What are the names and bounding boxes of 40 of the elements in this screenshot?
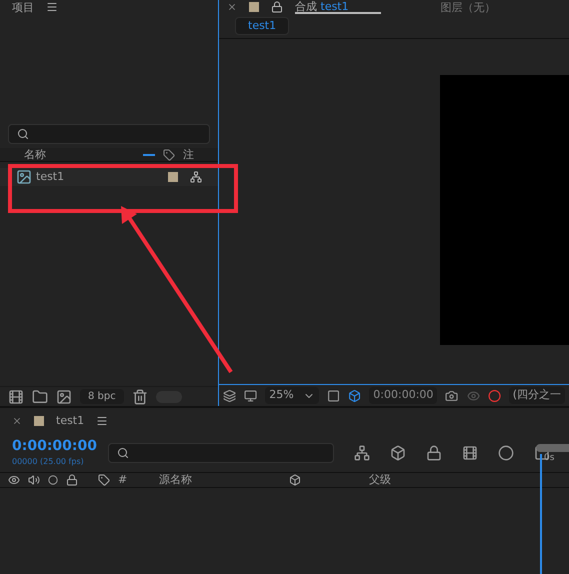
search-field[interactable] <box>8 124 210 144</box>
cube-icon[interactable] <box>390 445 406 461</box>
zoom-dropdown[interactable]: 25% <box>265 387 320 404</box>
eye-icon <box>8 474 20 486</box>
search-field[interactable] <box>108 443 334 463</box>
frame-rate: 00000 (25.00 fps) <box>12 456 85 468</box>
search-icon <box>117 447 129 459</box>
comp-chip[interactable]: test1 <box>235 16 290 36</box>
search-icon <box>17 128 29 140</box>
close-icon[interactable] <box>227 2 237 12</box>
tag-icon <box>163 148 175 160</box>
label-swatch <box>249 2 259 12</box>
audio-icon <box>28 474 40 486</box>
lock-icon <box>66 474 78 486</box>
lock-icon[interactable] <box>271 1 283 13</box>
close-icon[interactable] <box>12 416 22 426</box>
viewer-tab[interactable]: 图层（无） <box>440 2 496 12</box>
flowchart-icon[interactable] <box>354 445 370 461</box>
column-header: # <box>118 472 128 488</box>
trash-icon[interactable] <box>132 388 148 404</box>
resolution-dropdown[interactable]: (四分之一 <box>508 387 566 404</box>
bpc-button[interactable]: 8 bpc <box>80 389 124 404</box>
current-time[interactable]: 0:00:00:00 <box>12 438 100 456</box>
column-header[interactable]: 名称 <box>24 149 46 160</box>
ruler-label: 0s <box>543 452 556 465</box>
viewer-tab[interactable]: 合成 test1 <box>295 0 381 14</box>
timecode-button[interactable]: 0:00:00:00 <box>369 387 438 404</box>
menu-icon[interactable] <box>96 415 108 427</box>
column-header[interactable]: 注 <box>183 149 194 160</box>
layers-icon[interactable] <box>223 388 236 404</box>
project-item[interactable]: test1 <box>0 168 218 186</box>
panel-title[interactable]: 项目 <box>12 2 34 12</box>
tag-icon <box>98 474 110 486</box>
column-header: 源名称 <box>159 472 194 488</box>
hierarchy-icon <box>190 171 202 183</box>
monitor-icon[interactable] <box>244 388 258 404</box>
menu-icon[interactable] <box>46 1 58 13</box>
folder-icon[interactable] <box>32 388 48 404</box>
column-header: 父级 <box>369 472 392 488</box>
timeline-tab[interactable]: test1 <box>56 412 84 430</box>
